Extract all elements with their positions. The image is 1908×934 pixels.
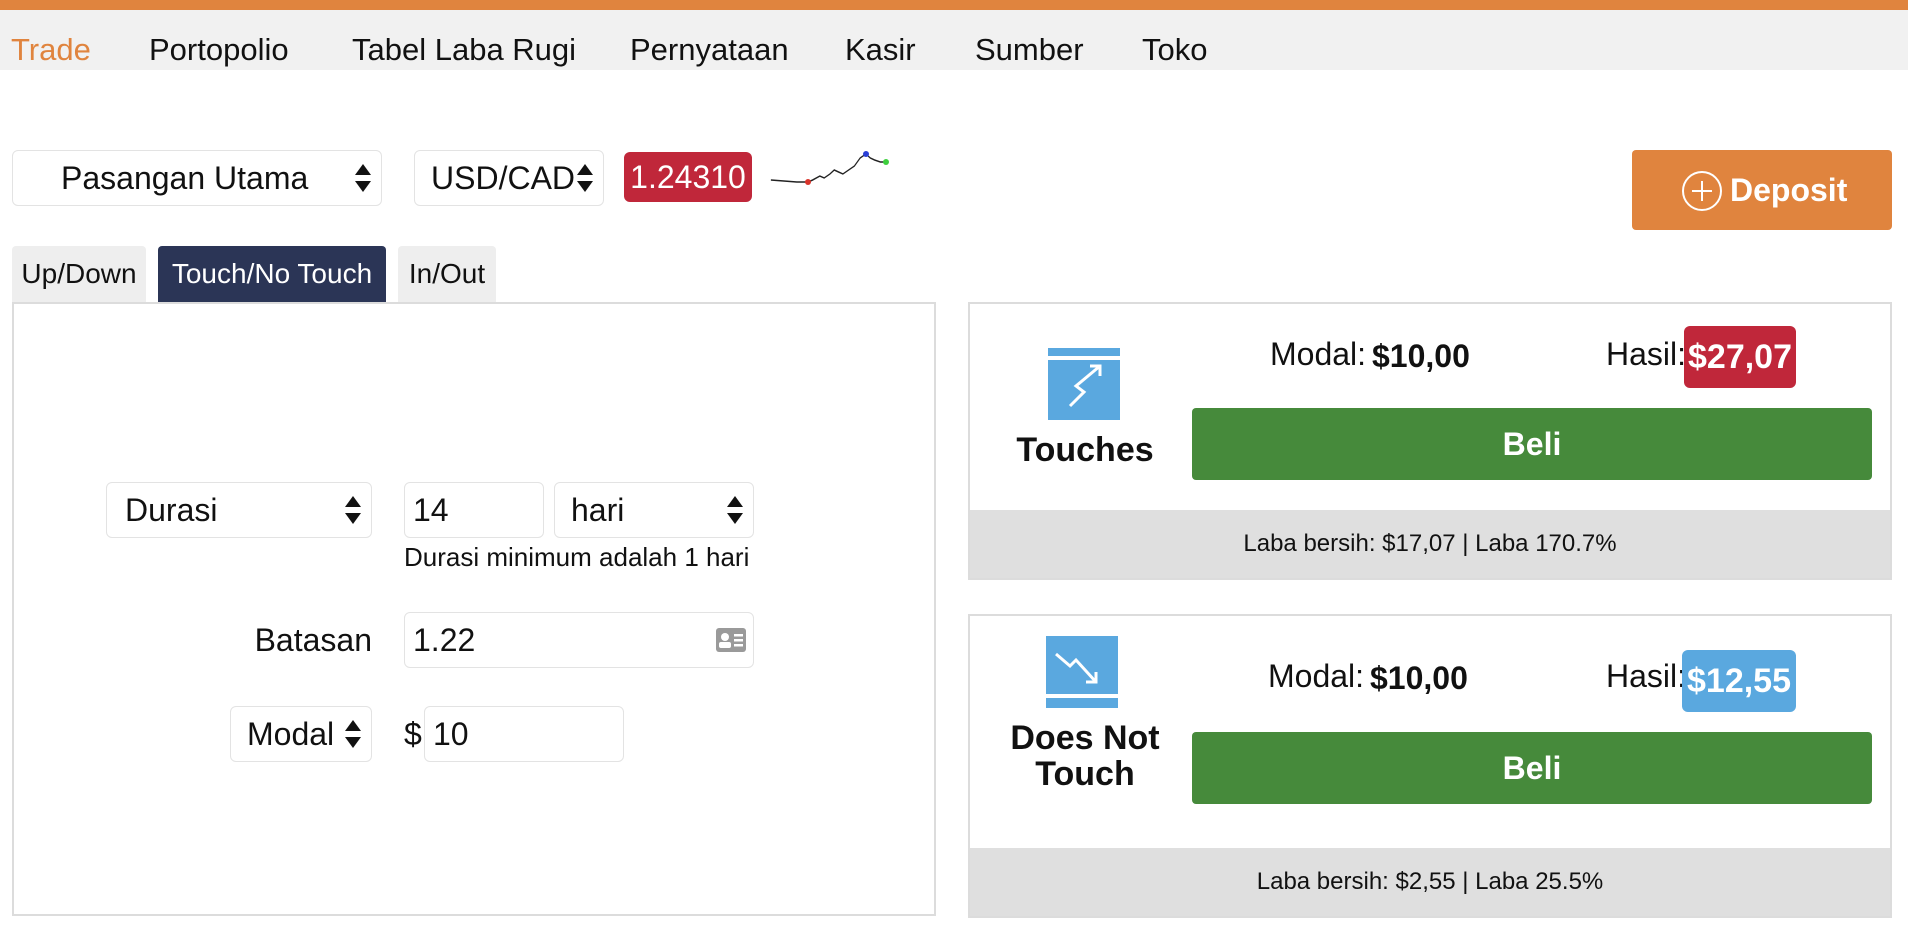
pair-group-value: Pasangan Utama (61, 160, 309, 196)
payout-amount-badge: $12,55 (1682, 650, 1796, 712)
menu-item-pernyataan[interactable]: Pernyataan (630, 20, 789, 80)
menu-item-trade[interactable]: Trade (11, 20, 91, 80)
profit-summary: Laba bersih: $2,55 | Laba 25.5% (970, 848, 1890, 916)
duration-type-value: Durasi (125, 492, 218, 528)
main-menu: Trade Portopolio Tabel Laba Rugi Pernyat… (0, 10, 1908, 70)
tab-in-out[interactable]: In/Out (398, 246, 496, 302)
price-sparkline (770, 151, 889, 185)
trade-form-panel (12, 302, 936, 916)
payout-label: Hasil: (1606, 336, 1687, 372)
stake-amount: $10,00 (1372, 338, 1470, 374)
select-arrows-icon (727, 496, 743, 524)
sparkline-last-point (883, 159, 889, 165)
stake-input[interactable]: 10 (424, 706, 624, 762)
deposit-label: Deposit (1730, 172, 1848, 208)
duration-unit-select[interactable]: hari (554, 482, 754, 538)
current-price-badge: 1.24310 (624, 152, 752, 202)
menu-item-kasir[interactable]: Kasir (845, 20, 916, 80)
no-touch-down-arrow-icon (1046, 636, 1118, 708)
buy-does-not-touch-button[interactable]: Beli (1192, 732, 1872, 804)
duration-input[interactable]: 14 (404, 482, 544, 538)
contract-type-label: Touches (1016, 431, 1154, 469)
buy-touches-button[interactable]: Beli (1192, 408, 1872, 480)
contract-card-touches: Touches Modal: $10,00 Hasil: $27,07 Beli… (968, 302, 1892, 580)
pair-value: USD/CAD (431, 160, 576, 196)
duration-value: 14 (413, 492, 449, 528)
plus-circle-icon (1682, 171, 1722, 211)
touch-up-arrow-icon (1048, 348, 1120, 420)
menu-item-portopolio[interactable]: Portopolio (149, 20, 289, 80)
stake-label: Modal: (1268, 658, 1365, 694)
pair-select[interactable]: USD/CAD (414, 150, 604, 206)
profit-summary: Laba bersih: $17,07 | Laba 170.7% (970, 510, 1890, 578)
sparkline-low-point (805, 179, 811, 185)
tab-up-down[interactable]: Up/Down (12, 246, 146, 302)
tab-touch-no-touch[interactable]: Touch/No Touch (158, 246, 386, 302)
deposit-button[interactable]: Deposit (1632, 150, 1892, 230)
payout-label: Hasil: (1606, 658, 1687, 694)
duration-type-select[interactable]: Durasi (106, 482, 372, 538)
payout-amount-badge: $27,07 (1684, 326, 1796, 388)
stake-type-value: Modal (247, 716, 335, 752)
menu-item-tabel-laba-rugi[interactable]: Tabel Laba Rugi (352, 20, 576, 80)
stake-amount: $10,00 (1370, 660, 1468, 696)
barrier-value: 1.22 (413, 622, 476, 658)
top-accent-stripe (0, 0, 1908, 10)
sparkline-high-point (863, 151, 869, 157)
currency-symbol: $ (404, 716, 422, 752)
duration-hint: Durasi minimum adalah 1 hari (404, 542, 750, 572)
pair-group-select[interactable]: Pasangan Utama (12, 150, 382, 206)
contract-card-does-not-touch: Does Not Touch Modal: $10,00 Hasil: $12,… (968, 614, 1892, 918)
duration-unit-value: hari (571, 492, 625, 528)
select-arrows-icon (355, 164, 371, 192)
select-arrows-icon (345, 496, 361, 524)
menu-item-sumber[interactable]: Sumber (975, 20, 1084, 80)
stake-type-select[interactable]: Modal (230, 706, 372, 762)
select-arrows-icon (577, 164, 593, 192)
barrier-label: Batasan (254, 622, 372, 658)
menu-item-toko[interactable]: Toko (1142, 20, 1207, 80)
select-arrows-icon (345, 720, 361, 748)
stake-value: 10 (433, 716, 469, 752)
barrier-input[interactable]: 1.22 (404, 612, 754, 668)
stake-label: Modal: (1270, 336, 1367, 372)
contract-type-label: Does Not Touch (1010, 719, 1160, 793)
contact-card-icon[interactable] (715, 627, 747, 653)
